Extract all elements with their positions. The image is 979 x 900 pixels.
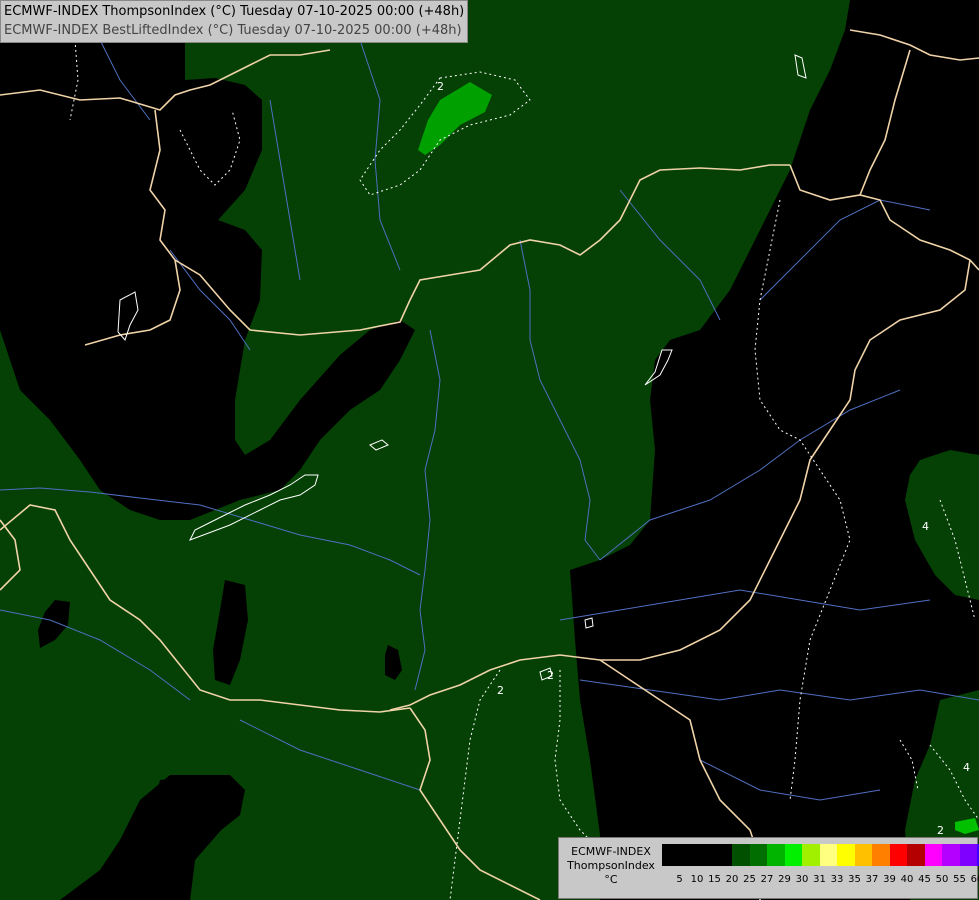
legend-tick: 20 bbox=[725, 874, 739, 885]
legend-swatch bbox=[749, 844, 767, 866]
legend-tick: 40 bbox=[900, 874, 914, 885]
legend-swatch bbox=[802, 844, 820, 866]
legend-tick: 35 bbox=[848, 874, 861, 885]
legend-label: ECMWF-INDEX ThompsonIndex °C bbox=[563, 845, 659, 887]
legend-tick: 10 bbox=[690, 874, 704, 885]
legend-swatch bbox=[732, 844, 750, 866]
legend-swatch bbox=[714, 844, 732, 866]
legend-model: ECMWF-INDEX bbox=[571, 845, 651, 858]
legend-tick: 45 bbox=[918, 874, 931, 885]
legend-swatch bbox=[679, 844, 697, 866]
legend-swatch bbox=[872, 844, 890, 866]
legend-tick: 33 bbox=[830, 874, 844, 885]
legend-tick: 55 bbox=[953, 874, 966, 885]
legend-tick: 30 bbox=[795, 874, 809, 885]
legend-unit: °C bbox=[604, 873, 618, 886]
contour-label: 4 bbox=[922, 520, 929, 533]
legend-swatch bbox=[819, 844, 837, 866]
legend-swatch bbox=[889, 844, 907, 866]
legend-tick: 60 bbox=[970, 874, 979, 885]
weather-map: 2 2 2 4 4 2 bbox=[0, 0, 979, 900]
legend-tick: 25 bbox=[743, 874, 756, 885]
contour-label: 2 bbox=[437, 80, 444, 93]
legend-swatches bbox=[662, 844, 979, 866]
legend-tick: 15 bbox=[708, 874, 721, 885]
legend-tick: 31 bbox=[813, 874, 826, 885]
legend-index: ThompsonIndex bbox=[567, 859, 655, 872]
contour-label: 2 bbox=[937, 824, 944, 837]
legend-swatch bbox=[959, 844, 977, 866]
legend-swatch bbox=[837, 844, 855, 866]
legend-ticks: 5 10 15 20 25 27 29 30 31 33 35 37 39 40 45 50 55 60 bbox=[662, 874, 979, 888]
legend-swatch bbox=[924, 844, 942, 866]
map-title-box: ECMWF-INDEX ThompsonIndex (°C) Tuesday 0… bbox=[0, 0, 469, 43]
legend-swatch bbox=[767, 844, 785, 866]
legend-swatch bbox=[697, 844, 715, 866]
legend-tick: 29 bbox=[778, 874, 791, 885]
legend-tick: 27 bbox=[760, 874, 774, 885]
legend-tick: 37 bbox=[865, 874, 879, 885]
legend-swatch bbox=[942, 844, 960, 866]
legend-tick: 39 bbox=[883, 874, 896, 885]
legend-swatch bbox=[854, 844, 872, 866]
legend-tick: 50 bbox=[935, 874, 949, 885]
legend-swatch bbox=[784, 844, 802, 866]
map-title-lifted: ECMWF-INDEX BestLiftedIndex (°C) Tuesday… bbox=[4, 23, 462, 38]
color-legend: ECMWF-INDEX ThompsonIndex °C 5 10 15 20 25 27… bbox=[558, 837, 979, 899]
legend-tick: 5 bbox=[676, 874, 683, 885]
contour-label: 2 bbox=[547, 669, 554, 682]
map-title-thompson: ECMWF-INDEX ThompsonIndex (°C) Tuesday 0… bbox=[4, 4, 465, 19]
contour-label: 4 bbox=[963, 761, 970, 774]
legend-swatch bbox=[662, 844, 680, 866]
legend-swatch bbox=[907, 844, 925, 866]
contour-label: 2 bbox=[497, 684, 504, 697]
